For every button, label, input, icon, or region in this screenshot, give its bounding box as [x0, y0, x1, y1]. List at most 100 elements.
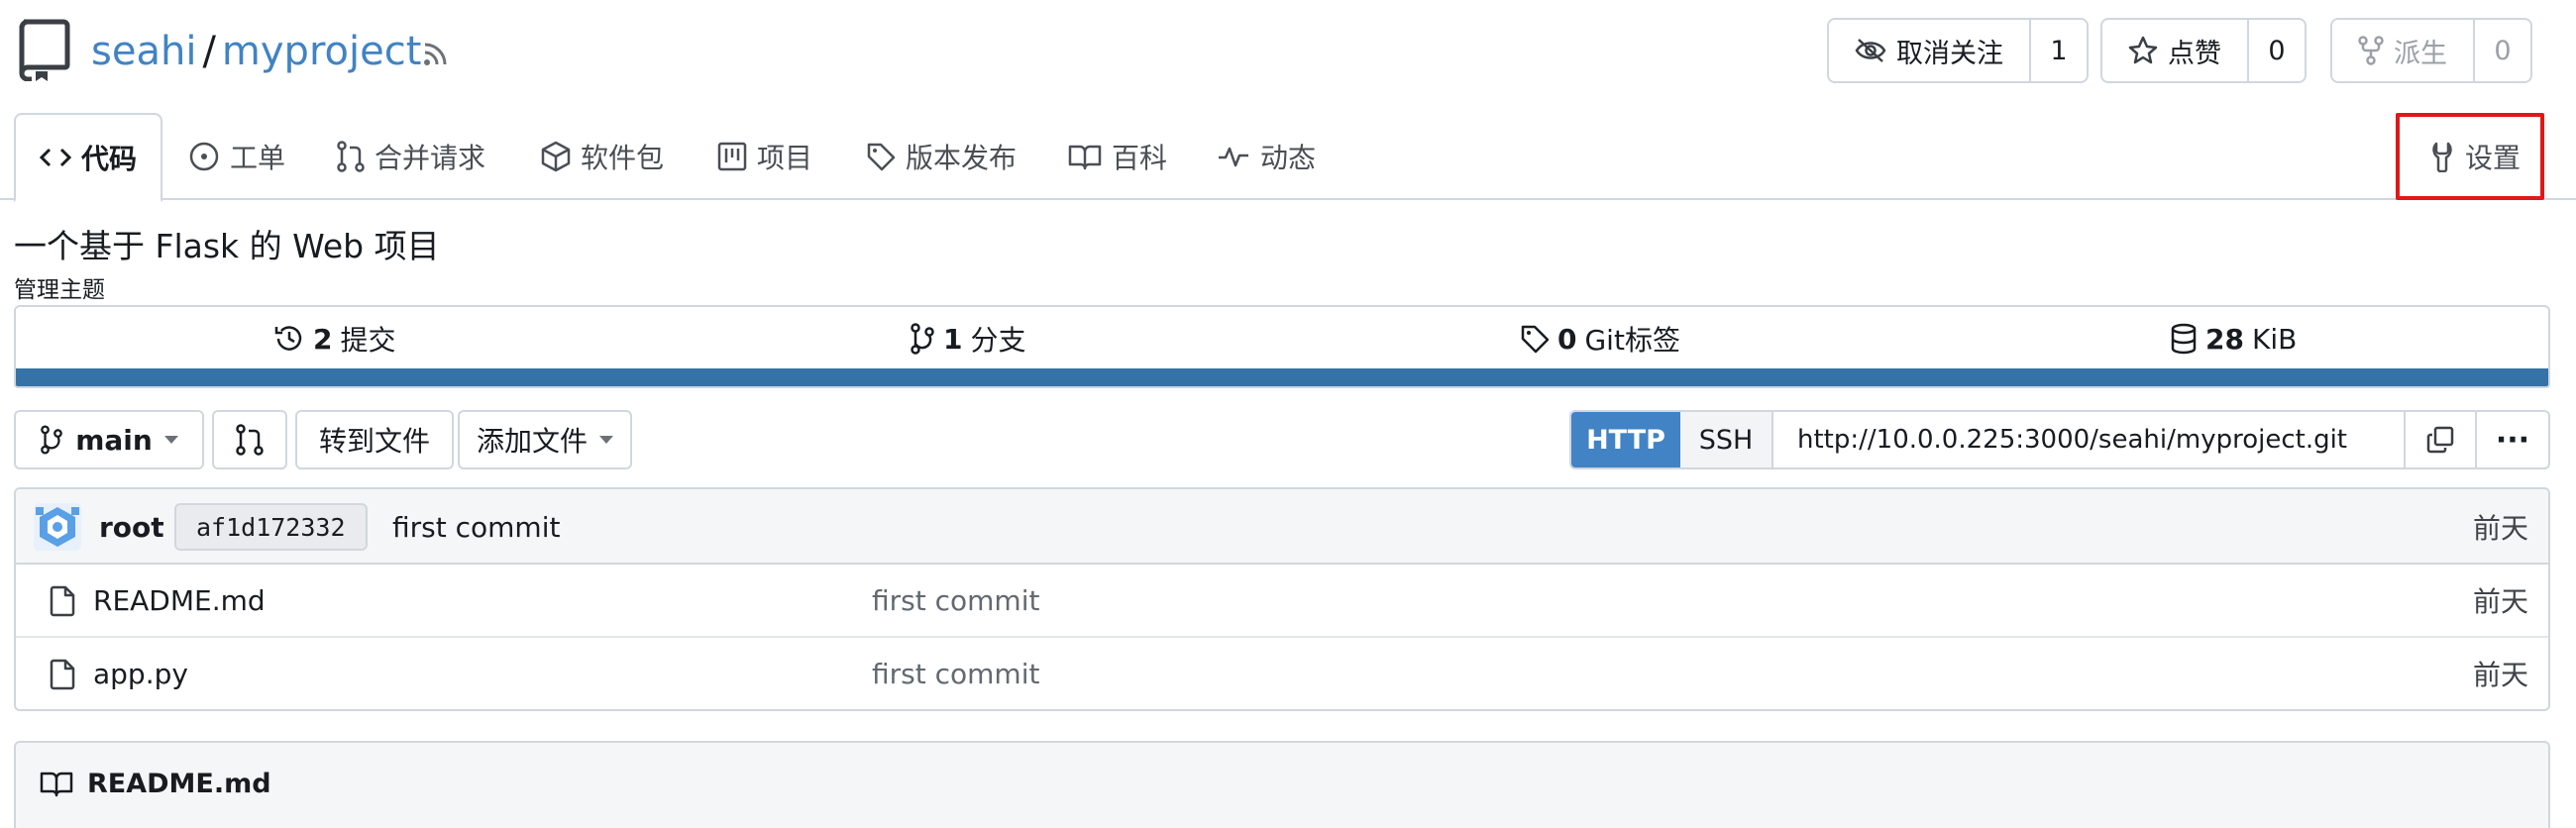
size-unit: KiB	[2251, 322, 2298, 356]
unwatch-button[interactable]: 取消关注	[1829, 20, 2031, 81]
tags-label: Git标签	[1584, 324, 1680, 357]
file-commit-message[interactable]: first commit	[872, 565, 1039, 636]
tags-stat[interactable]: 0 Git标签	[1520, 307, 1680, 370]
unwatch-label: 取消关注	[1896, 38, 2003, 69]
size-stat: 28 KiB	[2170, 307, 2297, 370]
go-to-file-label: 转到文件	[318, 425, 430, 458]
tab-packages-label: 软件包	[581, 142, 665, 174]
branch-icon	[910, 323, 935, 355]
history-icon	[273, 323, 305, 355]
repo-description: 一个基于 Flask 的 Web 项目	[14, 227, 440, 265]
star-label: 点赞	[2168, 38, 2221, 69]
file-icon	[46, 658, 79, 691]
tab-code-label: 代码	[81, 143, 138, 175]
package-icon	[541, 141, 571, 172]
add-file-dropdown[interactable]: 添加文件	[458, 410, 632, 469]
branch-name: main	[75, 423, 153, 457]
branches-stat[interactable]: 1 分支	[910, 307, 1026, 370]
copy-icon	[2425, 425, 2455, 455]
wrench-icon	[2429, 141, 2455, 172]
tab-projects-label: 项目	[757, 142, 813, 174]
repo-title: seahi / myproject	[91, 24, 421, 79]
pull-request-icon	[236, 424, 264, 456]
clone-http-button[interactable]: HTTP	[1571, 412, 1680, 467]
file-name-link[interactable]: app.py	[93, 638, 188, 709]
fork-button-group: 派生 0	[2330, 18, 2532, 83]
tab-pull-requests-label: 合并请求	[375, 142, 486, 174]
repo-name-link[interactable]: myproject	[222, 29, 421, 74]
repo-path-separator: /	[202, 29, 216, 74]
chevron-down-icon	[163, 436, 178, 444]
tab-issues[interactable]: 工单	[188, 113, 285, 200]
tab-releases[interactable]: 版本发布	[866, 113, 1017, 200]
fork-count[interactable]: 0	[2475, 20, 2530, 81]
tab-packages[interactable]: 软件包	[541, 113, 664, 200]
watch-count[interactable]: 1	[2031, 20, 2087, 81]
readme-panel: README.md	[14, 741, 2550, 828]
file-name-link[interactable]: README.md	[93, 565, 266, 636]
branch-icon	[40, 425, 63, 455]
eye-slash-icon	[1855, 37, 1886, 64]
more-options-button[interactable]: ···	[2477, 412, 2548, 467]
fork-button[interactable]: 派生	[2332, 20, 2475, 81]
language-bar[interactable]	[16, 368, 2548, 386]
go-to-file-button[interactable]: 转到文件	[295, 410, 454, 469]
avatar[interactable]	[34, 503, 81, 551]
star-button-group: 点赞 0	[2100, 18, 2307, 83]
table-row: app.py first commit 前天	[16, 638, 2548, 709]
tab-settings[interactable]: 设置	[2429, 113, 2521, 200]
file-commit-time: 前天	[2472, 659, 2528, 691]
pulse-icon	[1217, 144, 1250, 169]
commits-count: 2	[313, 322, 333, 356]
file-commit-message[interactable]: first commit	[872, 638, 1039, 709]
code-icon	[40, 146, 71, 169]
star-count[interactable]: 0	[2249, 20, 2305, 81]
commit-time: 前天	[2472, 512, 2528, 545]
repo-stats-bar: 2 提交 1 分支 0 Git标签 28 KiB	[14, 305, 2550, 388]
tab-wiki-label: 百科	[1112, 142, 1168, 174]
commit-message[interactable]: first commit	[392, 489, 560, 565]
tab-projects[interactable]: 项目	[717, 113, 812, 200]
compare-button[interactable]	[212, 410, 287, 469]
tab-pull-requests[interactable]: 合并请求	[337, 113, 485, 200]
tab-code[interactable]: 代码	[14, 113, 163, 202]
repo-tabs: 代码 工单 合并请求 软件包 项目 版本发布 百科 动态 设置	[0, 113, 2576, 202]
commit-sha-button[interactable]: af1d172332	[174, 503, 368, 551]
tag-icon	[866, 142, 896, 171]
issue-icon	[188, 141, 220, 172]
table-row: README.md first commit 前天	[16, 565, 2548, 638]
fork-icon	[2358, 36, 2384, 65]
commit-author[interactable]: root	[99, 489, 164, 565]
commits-label: 提交	[340, 324, 396, 357]
repo-owner-link[interactable]: seahi	[91, 29, 196, 74]
rss-icon[interactable]	[420, 38, 452, 69]
tab-activity[interactable]: 动态	[1217, 113, 1316, 200]
tags-count: 0	[1557, 322, 1577, 356]
tab-releases-label: 版本发布	[906, 142, 1018, 174]
clone-panel: HTTP SSH http://10.0.0.225:3000/seahi/my…	[1569, 410, 2550, 469]
pull-request-icon	[337, 141, 365, 172]
chevron-down-icon	[599, 436, 613, 444]
tag-icon	[1520, 324, 1550, 354]
book-icon	[40, 770, 73, 797]
copy-url-button[interactable]	[2406, 412, 2477, 467]
clone-url-field[interactable]: http://10.0.0.225:3000/seahi/myproject.g…	[1773, 412, 2406, 467]
tab-wiki[interactable]: 百科	[1068, 113, 1167, 200]
manage-topics-link[interactable]: 管理主题	[14, 270, 105, 304]
readme-title: README.md	[87, 768, 271, 799]
project-icon	[717, 142, 747, 171]
commits-stat[interactable]: 2 提交	[273, 307, 396, 370]
clone-ssh-button[interactable]: SSH	[1680, 412, 1773, 467]
size-count: 28	[2205, 322, 2244, 356]
tab-activity-label: 动态	[1260, 142, 1317, 174]
repo-icon	[18, 18, 73, 81]
branch-selector[interactable]: main	[14, 410, 204, 469]
book-icon	[1068, 143, 1102, 170]
watch-button-group: 取消关注 1	[1827, 18, 2089, 83]
add-file-label: 添加文件	[476, 425, 588, 458]
star-icon	[2128, 36, 2158, 65]
latest-commit-row: root af1d172332 first commit 前天	[16, 489, 2548, 565]
tab-issues-label: 工单	[230, 142, 286, 174]
file-table: root af1d172332 first commit 前天 README.m…	[14, 487, 2550, 711]
star-button[interactable]: 点赞	[2102, 20, 2249, 81]
